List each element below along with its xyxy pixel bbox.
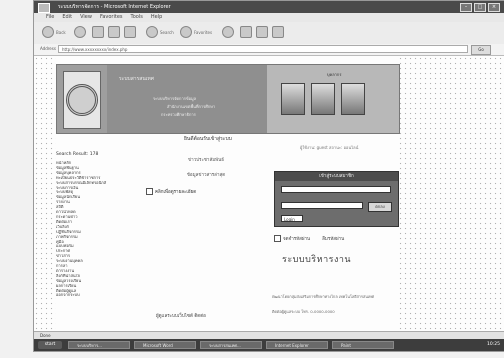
footer-notes: พัฒนาโดยกลุ่มส่งเสริมการศึกษาทางไกล เทคโ… <box>272 294 402 324</box>
portrait-image-1 <box>281 83 305 115</box>
document-icon <box>146 188 153 195</box>
refresh-icon[interactable] <box>108 26 120 38</box>
menu-view[interactable]: View <box>80 13 92 22</box>
taskbar-item-2[interactable]: Microsoft Word <box>134 341 196 349</box>
menu-file[interactable]: File <box>46 13 54 22</box>
taskbar-item-1[interactable]: ระบบบริหาร... <box>68 341 130 349</box>
search-label: Search <box>160 30 174 35</box>
taskbar-item-3[interactable]: ระบบสารสนเทศ... <box>200 341 262 349</box>
portrait-image-2 <box>311 83 335 115</box>
banner-heading: ระบบสารสนเทศ <box>119 76 154 82</box>
banner-line-3: กระทรวงศึกษาธิการ <box>161 112 196 117</box>
portrait-image-3 <box>341 83 365 115</box>
window-controls: – □ × <box>460 3 500 12</box>
remember-row[interactable]: จดจำรหัสผ่าน <box>274 235 310 242</box>
stop-icon[interactable] <box>92 26 104 38</box>
browser-icon <box>38 3 50 13</box>
left-navigation: Search Result: 178 หน้าหลัก ข้อมูลพื้นฐาน… <box>56 152 128 298</box>
username-input[interactable] <box>281 186 391 193</box>
toolbar: Back Search Favorites <box>34 22 504 45</box>
web-page: ระบบสารสนเทศ ระบบบริหารจัดการข้อมูล สำนั… <box>34 56 504 331</box>
favorites-icon[interactable] <box>180 26 192 38</box>
address-bar: Address http://www.xxxxxxxxx/index.php G… <box>34 44 504 56</box>
login-field-3[interactable]: Login <box>281 215 303 222</box>
system-clock: 10:25 <box>487 342 500 347</box>
login-options: จดจำรหัสผ่าน ลืมรหัสผ่าน <box>274 235 344 242</box>
footer-note-1: พัฒนาโดยกลุ่มส่งเสริมการศึกษาทางไกล เทคโ… <box>272 294 375 299</box>
banner-text-panel: ระบบสารสนเทศ ระบบบริหารจัดการข้อมูล สำนั… <box>107 65 267 133</box>
user-status-note: ผู้ใช้งาน: guest สถานะ: ออนไลน์ <box>300 145 359 150</box>
status-text: Done <box>40 333 51 338</box>
forgot-password-link[interactable]: ลืมรหัสผ่าน <box>322 235 344 242</box>
site-banner: ระบบสารสนเทศ ระบบบริหารจัดการข้อมูล สำนั… <box>56 64 400 134</box>
print-icon[interactable] <box>256 26 268 38</box>
home-icon[interactable] <box>124 26 136 38</box>
left-nav-list: หน้าหลัก ข้อมูลพื้นฐาน ข้อมูลบุคลากร ทะเบีย… <box>56 161 128 298</box>
screen-frame: ระบบบริหารจัดการ - Microsoft Internet Ex… <box>33 0 504 352</box>
news-subheading: ข้อมูลข่าวสารล่าสุด <box>186 173 226 178</box>
left-nav-item[interactable]: ออกจากระบบ <box>56 293 128 298</box>
edit-icon[interactable] <box>272 26 284 38</box>
menu-favorites[interactable]: Favorites <box>100 13 123 22</box>
left-nav-header: Search Result: 178 <box>56 152 99 157</box>
news-column: ข่าวประชาสัมพันธ์ ข้อมูลข่าวสารล่าสุด คล… <box>146 156 266 195</box>
mail-icon[interactable] <box>240 26 252 38</box>
address-input[interactable]: http://www.xxxxxxxxx/index.php <box>58 45 468 53</box>
banner-portraits: บุคลากร <box>267 65 399 133</box>
banner-line-1: ระบบบริหารจัดการข้อมูล <box>153 96 197 101</box>
menu-help[interactable]: Help <box>151 13 162 22</box>
go-button[interactable]: Go <box>471 45 491 55</box>
start-button[interactable]: start <box>38 341 62 349</box>
emblem-logo <box>63 71 101 129</box>
taskbar: start ระบบบริหาร... Microsoft Word ระบบส… <box>34 339 504 351</box>
password-input[interactable] <box>281 202 363 209</box>
maximize-icon[interactable]: □ <box>474 3 486 12</box>
minimize-icon[interactable]: – <box>460 3 472 12</box>
right-gutter-pattern <box>398 56 504 331</box>
banner-line-2: สำนักงานเขตพื้นที่การศึกษา <box>167 104 216 109</box>
news-link-row[interactable]: คลิกเพื่อดูรายละเอียด <box>146 188 266 195</box>
login-box: เข้าสู่ระบบสมาชิก ตกลง Login <box>274 171 399 227</box>
taskbar-item-5[interactable]: Paint <box>332 341 394 349</box>
login-title: เข้าสู่ระบบสมาชิก <box>275 172 398 181</box>
forward-icon[interactable] <box>74 26 86 38</box>
menu-tools[interactable]: Tools <box>131 13 143 22</box>
welcome-caption: ยินดีต้อนรับเข้าสู่ระบบ <box>184 136 232 142</box>
close-icon[interactable]: × <box>488 3 500 12</box>
remember-label: จดจำรหัสผ่าน <box>283 237 311 242</box>
banner-right-label: บุคลากร <box>327 72 342 77</box>
window-titlebar: ระบบบริหารจัดการ - Microsoft Internet Ex… <box>34 1 504 13</box>
back-icon[interactable] <box>42 26 54 38</box>
address-label: Address <box>40 46 56 51</box>
footer-note-2: ติดต่อผู้ดูแลระบบ โทร. 0-0000-0000 <box>272 309 335 314</box>
search-icon[interactable] <box>146 26 158 38</box>
login-submit-button[interactable]: ตกลง <box>368 202 392 212</box>
news-link[interactable]: คลิกเพื่อดูรายละเอียด <box>155 188 196 195</box>
section-title: ระบบบริหารงาน <box>282 255 352 265</box>
admin-contact[interactable]: ผู้ดูแลระบบเว็บไซต์ ติดต่อ <box>156 312 206 319</box>
remember-checkbox[interactable] <box>274 235 281 242</box>
left-gutter-pattern <box>34 56 56 331</box>
taskbar-item-4[interactable]: Internet Explorer <box>266 341 328 349</box>
news-heading: ข่าวประชาสัมพันธ์ <box>188 158 224 163</box>
menu-edit[interactable]: Edit <box>62 13 72 22</box>
window-title: ระบบบริหารจัดการ - Microsoft Internet Ex… <box>58 4 171 10</box>
back-label: Back <box>56 30 66 35</box>
favorites-label: Favorites <box>194 30 213 35</box>
menu-bar: File Edit View Favorites Tools Help <box>34 13 504 22</box>
history-icon[interactable] <box>222 26 234 38</box>
